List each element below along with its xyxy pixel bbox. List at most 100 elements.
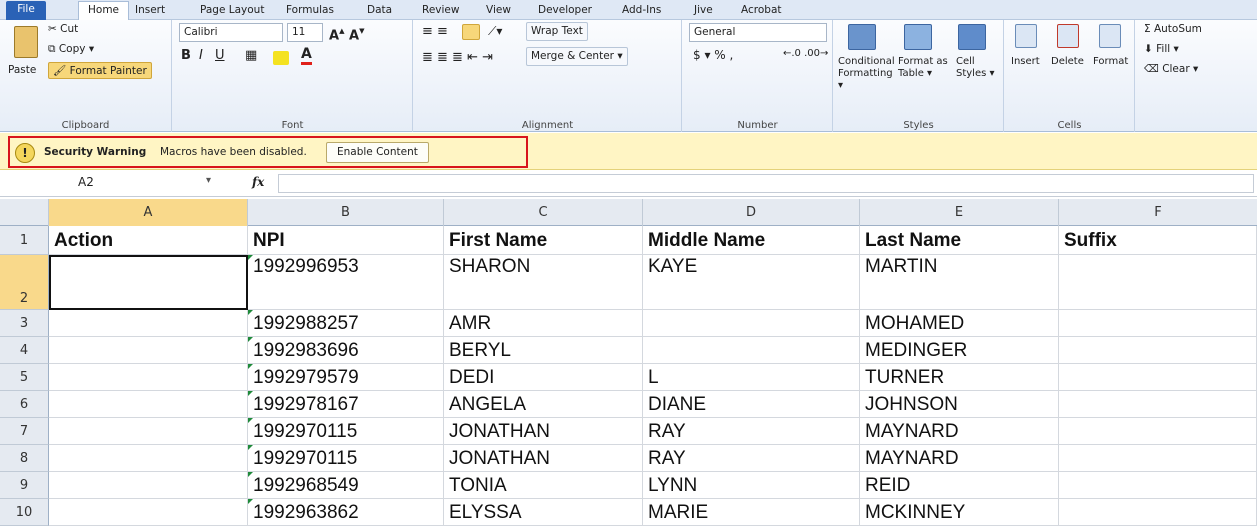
cell-b2[interactable]: 1992996953 bbox=[248, 255, 444, 310]
borders-icon[interactable]: ▦ bbox=[245, 48, 257, 63]
tab-developer[interactable]: Developer bbox=[538, 2, 592, 20]
underline-button[interactable]: U bbox=[215, 48, 225, 63]
row-header[interactable]: 10 bbox=[0, 499, 49, 526]
cell-d7[interactable]: RAY bbox=[643, 418, 860, 445]
cell-c7[interactable]: JONATHAN bbox=[444, 418, 643, 445]
row-header[interactable]: 6 bbox=[0, 391, 49, 418]
tab-review[interactable]: Review bbox=[422, 2, 459, 20]
paste-icon[interactable] bbox=[14, 26, 38, 58]
orientation-icon[interactable]: ⟋▾ bbox=[488, 24, 502, 39]
cell-e3[interactable]: MOHAMED bbox=[860, 310, 1059, 337]
cell-d6[interactable]: DIANE bbox=[643, 391, 860, 418]
cell-a7[interactable] bbox=[49, 418, 248, 445]
number-format-select[interactable]: General bbox=[689, 23, 827, 42]
cell-f8[interactable] bbox=[1059, 445, 1257, 472]
tab-formulas[interactable]: Formulas bbox=[286, 2, 334, 20]
cell-a6[interactable] bbox=[49, 391, 248, 418]
cell-c2[interactable]: SHARON bbox=[444, 255, 643, 310]
cell-d10[interactable]: MARIE bbox=[643, 499, 860, 526]
cell-b5[interactable]: 1992979579 bbox=[248, 364, 444, 391]
cell-a8[interactable] bbox=[49, 445, 248, 472]
column-header-c[interactable]: C bbox=[444, 199, 643, 226]
column-header-a[interactable]: A bbox=[49, 199, 248, 226]
cell-f2[interactable] bbox=[1059, 255, 1257, 310]
cell-c4[interactable]: BERYL bbox=[444, 337, 643, 364]
cell-d1[interactable]: Middle Name bbox=[643, 226, 860, 255]
align-middle-icon[interactable] bbox=[462, 24, 480, 40]
cut-button[interactable]: ✂ Cut bbox=[48, 23, 78, 35]
cell-d8[interactable]: RAY bbox=[643, 445, 860, 472]
cell-c1[interactable]: First Name bbox=[444, 226, 643, 255]
cell-b4[interactable]: 1992983696 bbox=[248, 337, 444, 364]
row-header[interactable]: 5 bbox=[0, 364, 49, 391]
column-header-e[interactable]: E bbox=[860, 199, 1059, 226]
row-header[interactable]: 2 bbox=[0, 255, 49, 310]
cell-e7[interactable]: MAYNARD bbox=[860, 418, 1059, 445]
cell-e2[interactable]: MARTIN bbox=[860, 255, 1059, 310]
cell-d5[interactable]: L bbox=[643, 364, 860, 391]
cell-a2[interactable] bbox=[49, 255, 248, 310]
cell-c9[interactable]: TONIA bbox=[444, 472, 643, 499]
cell-b3[interactable]: 1992988257 bbox=[248, 310, 444, 337]
font-name-select[interactable]: Calibri bbox=[179, 23, 283, 42]
cell-d3[interactable] bbox=[643, 310, 860, 337]
cell-f7[interactable] bbox=[1059, 418, 1257, 445]
cell-c8[interactable]: JONATHAN bbox=[444, 445, 643, 472]
cell-b6[interactable]: 1992978167 bbox=[248, 391, 444, 418]
row-header[interactable]: 9 bbox=[0, 472, 49, 499]
tab-data[interactable]: Data bbox=[367, 2, 392, 20]
tab-acrobat[interactable]: Acrobat bbox=[741, 2, 782, 20]
cell-f4[interactable] bbox=[1059, 337, 1257, 364]
cell-e5[interactable]: TURNER bbox=[860, 364, 1059, 391]
cell-d4[interactable] bbox=[643, 337, 860, 364]
cell-styles-icon[interactable] bbox=[958, 24, 986, 50]
cell-d2[interactable]: KAYE bbox=[643, 255, 860, 310]
column-header-b[interactable]: B bbox=[248, 199, 444, 226]
cell-f3[interactable] bbox=[1059, 310, 1257, 337]
cell-c5[interactable]: DEDI bbox=[444, 364, 643, 391]
grow-font-icon[interactable]: A▴ A▾ bbox=[329, 24, 365, 43]
paste-button[interactable]: Paste bbox=[8, 64, 36, 76]
cell-e1[interactable]: Last Name bbox=[860, 226, 1059, 255]
formula-input[interactable] bbox=[278, 174, 1254, 193]
cell-a10[interactable] bbox=[49, 499, 248, 526]
insert-button[interactable]: Insert bbox=[1011, 56, 1040, 67]
name-box-dropdown-icon[interactable]: ▾ bbox=[206, 175, 211, 186]
cell-b7[interactable]: 1992970115 bbox=[248, 418, 444, 445]
cell-a1[interactable]: Action bbox=[49, 226, 248, 255]
select-all-corner[interactable] bbox=[0, 199, 49, 226]
font-color-icon[interactable]: A bbox=[301, 46, 312, 65]
cell-c3[interactable]: AMR bbox=[444, 310, 643, 337]
cell-d9[interactable]: LYNN bbox=[643, 472, 860, 499]
tab-add-ins[interactable]: Add-Ins bbox=[622, 2, 661, 20]
format-cells-icon[interactable] bbox=[1099, 24, 1121, 48]
cell-a5[interactable] bbox=[49, 364, 248, 391]
cell-a9[interactable] bbox=[49, 472, 248, 499]
cell-a4[interactable] bbox=[49, 337, 248, 364]
row-header[interactable]: 4 bbox=[0, 337, 49, 364]
enable-content-button[interactable]: Enable Content bbox=[326, 142, 429, 163]
column-header-d[interactable]: D bbox=[643, 199, 860, 226]
format-painter-button[interactable]: 🖌 Format Painter bbox=[48, 62, 152, 79]
cell-e4[interactable]: MEDINGER bbox=[860, 337, 1059, 364]
clear-button[interactable]: ⌫ Clear ▾ bbox=[1144, 63, 1198, 75]
row-header[interactable]: 7 bbox=[0, 418, 49, 445]
delete-button[interactable]: Delete bbox=[1051, 56, 1084, 67]
cell-e10[interactable]: MCKINNEY bbox=[860, 499, 1059, 526]
accounting-format-button[interactable]: $ ▾ % , bbox=[693, 48, 733, 62]
bold-button[interactable]: B bbox=[181, 48, 191, 63]
format-button[interactable]: Format bbox=[1093, 56, 1128, 67]
delete-cells-icon[interactable] bbox=[1057, 24, 1079, 48]
cell-b10[interactable]: 1992963862 bbox=[248, 499, 444, 526]
cell-f6[interactable] bbox=[1059, 391, 1257, 418]
row-header[interactable]: 8 bbox=[0, 445, 49, 472]
tab-jive[interactable]: Jive bbox=[694, 2, 713, 20]
wrap-text-button[interactable]: Wrap Text bbox=[526, 22, 588, 41]
tab-home[interactable]: Home bbox=[78, 1, 130, 21]
tab-insert[interactable]: Insert bbox=[135, 2, 165, 20]
insert-function-icon[interactable]: fx bbox=[252, 175, 264, 189]
cell-b8[interactable]: 1992970115 bbox=[248, 445, 444, 472]
row-header[interactable]: 1 bbox=[0, 226, 49, 255]
cell-f5[interactable] bbox=[1059, 364, 1257, 391]
cell-b1[interactable]: NPI bbox=[248, 226, 444, 255]
